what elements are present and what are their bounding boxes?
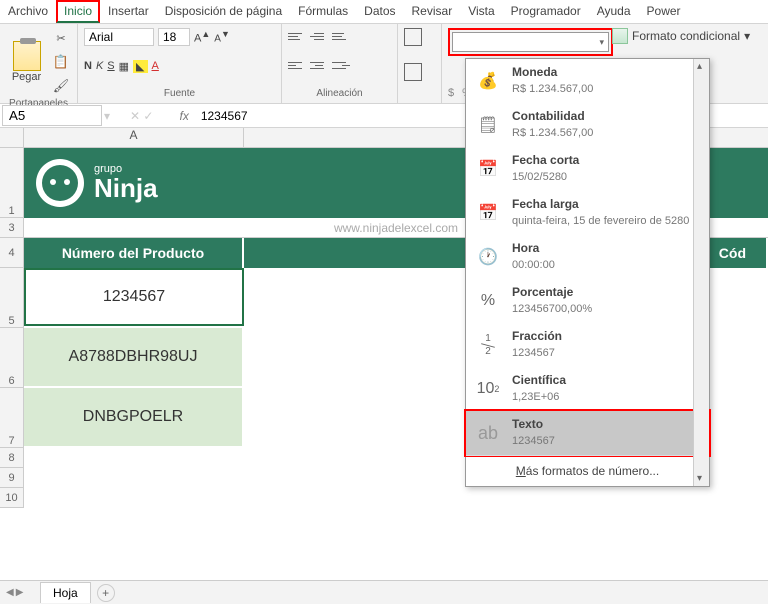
border-button[interactable]: ▦ bbox=[119, 60, 129, 73]
cell-a5[interactable]: 1234567 bbox=[24, 268, 244, 326]
accounting-icon: 🗒 bbox=[474, 111, 502, 139]
row-header[interactable]: 5 bbox=[0, 268, 24, 328]
wrap-text-icon[interactable] bbox=[404, 28, 422, 46]
merge-icon[interactable] bbox=[404, 63, 422, 81]
alignment-group-label: Alineación bbox=[288, 88, 391, 99]
increase-font-icon[interactable]: A▲ bbox=[194, 29, 210, 45]
calendar-icon: 📅 bbox=[474, 199, 502, 227]
clock-icon: 🕐 bbox=[474, 243, 502, 271]
format-cientifica[interactable]: 102 Científica1,23E+06 bbox=[466, 367, 709, 411]
cell-a7[interactable]: DNBGPOELR bbox=[24, 388, 244, 446]
row-header[interactable]: 6 bbox=[0, 328, 24, 388]
currency-icon: 💰 bbox=[474, 67, 502, 95]
italic-button[interactable]: K bbox=[96, 60, 103, 72]
menu-formulas[interactable]: Fórmulas bbox=[290, 0, 356, 23]
menu-datos[interactable]: Datos bbox=[356, 0, 403, 23]
column-header-a[interactable]: A bbox=[24, 128, 244, 147]
paste-button[interactable]: Pegar bbox=[6, 41, 47, 83]
row-header[interactable]: 3 bbox=[0, 218, 24, 238]
number-format-combo[interactable] bbox=[448, 28, 613, 56]
select-all-corner[interactable] bbox=[0, 128, 24, 147]
underline-button[interactable]: S bbox=[107, 60, 114, 72]
align-center-icon[interactable] bbox=[310, 57, 328, 73]
calendar-icon: 📅 bbox=[474, 155, 502, 183]
sheet-tab[interactable]: Hoja bbox=[40, 582, 91, 603]
format-texto[interactable]: ab Texto1234567 bbox=[464, 409, 711, 457]
more-formats-link[interactable]: MMás formatos de número...ás formatos de… bbox=[466, 455, 709, 486]
format-hora[interactable]: 🕐 Hora00:00:00 bbox=[466, 235, 709, 279]
logo-big-text: Ninja bbox=[94, 173, 158, 203]
menu-programador[interactable]: Programador bbox=[503, 0, 589, 23]
row-header[interactable]: 10 bbox=[0, 488, 24, 508]
fx-label: fx bbox=[173, 109, 194, 123]
row-header[interactable]: 1 bbox=[0, 148, 24, 218]
menu-archivo[interactable]: Archivo bbox=[0, 0, 56, 23]
conditional-format-label: Formato condicional bbox=[632, 29, 740, 43]
bold-button[interactable]: N bbox=[84, 60, 92, 72]
align-top-icon[interactable] bbox=[288, 28, 306, 44]
font-color-button[interactable]: A bbox=[152, 60, 159, 72]
format-fraccion[interactable]: 12 Fracción1234567 bbox=[466, 323, 709, 367]
align-middle-icon[interactable] bbox=[310, 28, 328, 44]
fraction-icon: 12 bbox=[474, 331, 502, 359]
menu-power[interactable]: Power bbox=[639, 0, 689, 23]
row-header[interactable]: 9 bbox=[0, 468, 24, 488]
row-header[interactable]: 4 bbox=[0, 238, 24, 268]
paste-label: Pegar bbox=[12, 71, 41, 83]
menu-disposicion[interactable]: Disposición de página bbox=[157, 0, 290, 23]
row-headers: 1 3 4 5 6 7 8 9 10 bbox=[0, 148, 24, 508]
align-left-icon[interactable] bbox=[288, 57, 306, 73]
scientific-icon: 102 bbox=[474, 375, 502, 403]
format-painter-icon[interactable] bbox=[51, 76, 71, 96]
menu-vista[interactable]: Vista bbox=[460, 0, 502, 23]
row-header[interactable]: 7 bbox=[0, 388, 24, 448]
font-group-label: Fuente bbox=[84, 88, 275, 99]
font-size-combo[interactable] bbox=[158, 28, 190, 46]
percent-icon: % bbox=[474, 287, 502, 315]
format-porcentaje[interactable]: % Porcentaje123456700,00% bbox=[466, 279, 709, 323]
format-contabilidad[interactable]: 🗒 ContabilidadR$ 1.234.567,00 bbox=[466, 103, 709, 147]
align-right-icon[interactable] bbox=[332, 57, 350, 73]
ninja-logo-icon bbox=[36, 159, 84, 207]
sheet-nav-arrows[interactable]: ◀▶ bbox=[6, 587, 23, 598]
cut-icon[interactable] bbox=[51, 28, 71, 48]
menu-ayuda[interactable]: Ayuda bbox=[589, 0, 639, 23]
add-sheet-button[interactable]: + bbox=[97, 584, 115, 602]
menu-revisar[interactable]: Revisar bbox=[404, 0, 461, 23]
decrease-font-icon[interactable]: A▼ bbox=[214, 29, 230, 44]
conditional-format-button[interactable]: Formato condicional ▾ bbox=[612, 28, 750, 44]
name-box[interactable] bbox=[2, 105, 102, 126]
align-bottom-icon[interactable] bbox=[332, 28, 350, 44]
text-icon: ab bbox=[474, 419, 502, 447]
currency-icon[interactable]: $ bbox=[448, 87, 454, 99]
sheet-tabs-bar: ◀▶ Hoja + bbox=[0, 580, 768, 604]
font-name-combo[interactable] bbox=[84, 28, 154, 46]
format-fecha-larga[interactable]: 📅 Fecha largaquinta-feira, 15 de feverei… bbox=[466, 191, 709, 235]
format-fecha-corta[interactable]: 📅 Fecha corta15/02/5280 bbox=[466, 147, 709, 191]
copy-icon[interactable] bbox=[51, 52, 71, 72]
row-header[interactable]: 8 bbox=[0, 448, 24, 468]
format-moneda[interactable]: 💰 MonedaR$ 1.234.567,00 bbox=[466, 59, 709, 103]
conditional-format-icon bbox=[612, 28, 628, 44]
fill-color-button[interactable]: ◣ bbox=[133, 60, 147, 73]
cell-a6[interactable]: A8788DBHR98UJ bbox=[24, 328, 244, 386]
clipboard-icon bbox=[13, 41, 41, 71]
menu-inicio[interactable]: Inicio bbox=[56, 0, 100, 23]
dropdown-scrollbar[interactable] bbox=[693, 59, 709, 486]
menu-bar: Archivo Inicio Insertar Disposición de p… bbox=[0, 0, 768, 24]
header-numero-producto: Número del Producto bbox=[24, 238, 244, 268]
menu-insertar[interactable]: Insertar bbox=[100, 0, 157, 23]
number-format-dropdown: 💰 MonedaR$ 1.234.567,00 🗒 ContabilidadR$… bbox=[465, 58, 710, 487]
chevron-down-icon: ▾ bbox=[744, 29, 750, 43]
